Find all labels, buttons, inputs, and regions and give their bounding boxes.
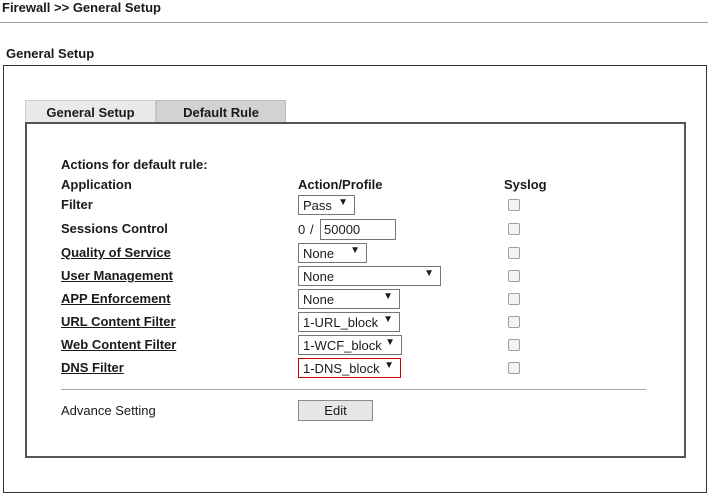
- url-content-filter-select-value: 1-URL_block: [303, 314, 379, 330]
- qos-link[interactable]: Quality of Service: [61, 245, 171, 260]
- chevron-down-icon: ▼: [383, 291, 393, 302]
- tab-general-setup-label: General Setup: [46, 104, 135, 120]
- app-enforcement-syslog-checkbox[interactable]: [508, 293, 520, 305]
- filter-label: Filter: [61, 197, 93, 212]
- sessions-current-value: 0: [298, 222, 306, 237]
- qos-select-value: None: [303, 245, 335, 261]
- user-management-syslog-checkbox[interactable]: [508, 270, 520, 282]
- section-title: General Setup: [6, 46, 95, 61]
- filter-select[interactable]: Pass ▼: [298, 195, 355, 215]
- dns-filter-syslog-checkbox[interactable]: [508, 362, 520, 374]
- tab-general-setup[interactable]: General Setup: [25, 100, 156, 123]
- sessions-separator: /: [310, 222, 314, 237]
- web-content-filter-select[interactable]: 1-WCF_block ▼: [298, 335, 402, 355]
- column-application: Application: [61, 177, 132, 192]
- sessions-control-label: Sessions Control: [61, 221, 168, 236]
- web-content-filter-link[interactable]: Web Content Filter: [61, 337, 176, 352]
- section-divider: [61, 389, 646, 390]
- tab-default-rule-label: Default Rule: [183, 104, 259, 120]
- page-title: Firewall >> General Setup: [2, 0, 161, 15]
- dns-filter-select[interactable]: 1-DNS_block ▼: [298, 358, 401, 378]
- column-action-profile: Action/Profile: [298, 177, 383, 192]
- qos-syslog-checkbox[interactable]: [508, 247, 520, 259]
- user-management-link[interactable]: User Management: [61, 268, 173, 283]
- web-content-filter-syslog-checkbox[interactable]: [508, 339, 520, 351]
- tab-default-rule[interactable]: Default Rule: [156, 100, 286, 123]
- dns-filter-link[interactable]: DNS Filter: [61, 360, 124, 375]
- chevron-down-icon: ▼: [384, 360, 394, 371]
- chevron-down-icon: ▼: [350, 245, 360, 256]
- web-content-filter-select-value: 1-WCF_block: [303, 337, 382, 353]
- chevron-down-icon: ▼: [338, 197, 348, 208]
- chevron-down-icon: ▼: [385, 337, 395, 348]
- dns-filter-select-value: 1-DNS_block: [303, 360, 380, 376]
- filter-syslog-checkbox[interactable]: [508, 199, 520, 211]
- user-management-select-value: None: [303, 268, 335, 284]
- sessions-limit-input[interactable]: 50000: [320, 219, 396, 240]
- url-content-filter-link[interactable]: URL Content Filter: [61, 314, 176, 329]
- app-enforcement-link[interactable]: APP Enforcement: [61, 291, 171, 306]
- advance-setting-label: Advance Setting: [61, 403, 156, 418]
- filter-select-value: Pass: [303, 197, 332, 213]
- qos-select[interactable]: None ▼: [298, 243, 367, 263]
- app-enforcement-select-value: None: [303, 291, 335, 307]
- sessions-syslog-checkbox[interactable]: [508, 223, 520, 235]
- actions-heading: Actions for default rule:: [61, 157, 208, 172]
- title-divider: [0, 22, 708, 23]
- chevron-down-icon: ▼: [383, 314, 393, 325]
- user-management-select[interactable]: None ▼: [298, 266, 441, 286]
- edit-button[interactable]: Edit: [298, 400, 373, 421]
- chevron-down-icon: ▼: [424, 268, 434, 279]
- app-enforcement-select[interactable]: None ▼: [298, 289, 400, 309]
- column-syslog: Syslog: [504, 177, 547, 192]
- url-content-filter-select[interactable]: 1-URL_block ▼: [298, 312, 400, 332]
- url-content-filter-syslog-checkbox[interactable]: [508, 316, 520, 328]
